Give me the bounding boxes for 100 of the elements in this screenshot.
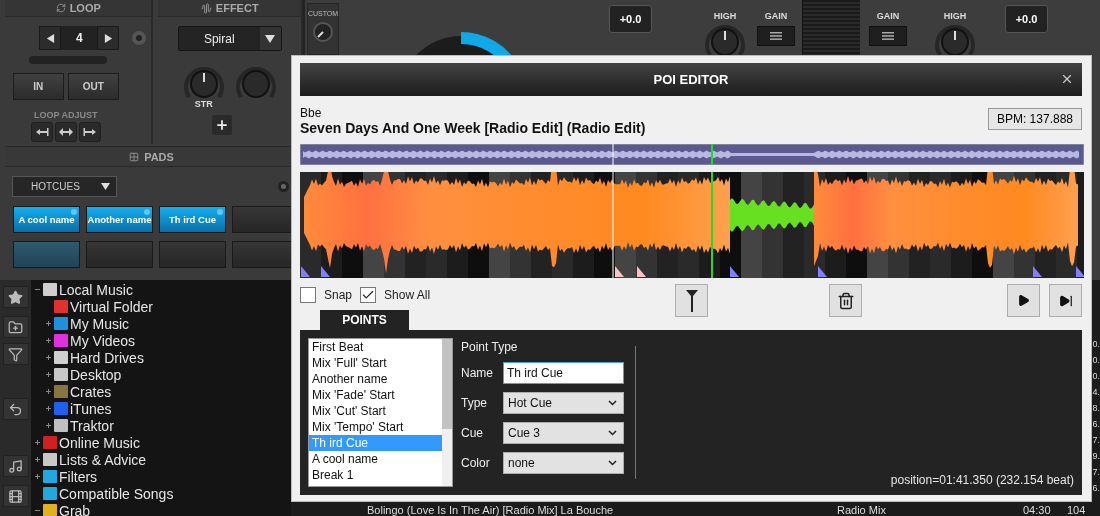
tree-item[interactable]: iTunes — [70, 400, 112, 417]
decrease-button[interactable] — [39, 26, 62, 50]
pad-button[interactable]: A cool name — [13, 206, 80, 233]
field-label: Color — [461, 456, 491, 470]
dropdown-arrow-icon — [101, 182, 110, 191]
expand-icon[interactable] — [44, 421, 53, 430]
back-button[interactable] — [2, 398, 29, 420]
select-field[interactable]: Cue 3 — [503, 422, 624, 444]
tree-item[interactable]: Filters — [59, 468, 98, 485]
checkbox-label: Snap — [324, 288, 353, 302]
field-label: Type — [461, 396, 488, 410]
menu-button[interactable] — [757, 26, 795, 46]
tree-item[interactable]: Compatible Songs — [59, 485, 174, 502]
checkbox[interactable] — [360, 287, 377, 303]
tree-item[interactable]: Hard Drives — [70, 349, 144, 366]
expand-icon[interactable] — [44, 387, 53, 396]
loop-adjust-button[interactable] — [30, 122, 53, 142]
close-button[interactable] — [1060, 72, 1074, 86]
double-arrow-icon — [34, 128, 49, 136]
bpm-display: BPM: 137.888 — [987, 108, 1082, 130]
play-button[interactable] — [1007, 284, 1041, 317]
double-arrow-icon — [58, 128, 73, 136]
table-cell-text: 0. — [1092, 354, 1100, 367]
position-readout: position=01:41.350 (232.154 beat) — [890, 473, 1074, 487]
select-field[interactable]: none — [503, 452, 624, 474]
tab[interactable]: POINTS — [320, 310, 409, 330]
overview-waveform-drawing[interactable] — [300, 144, 1084, 165]
tree-item[interactable]: Online Music — [59, 434, 140, 451]
folder-plus-icon — [8, 319, 23, 335]
expand-icon[interactable] — [44, 319, 53, 328]
tree-item[interactable]: Crates — [70, 383, 112, 400]
list-item[interactable]: Mix 'Cut' Start — [309, 403, 442, 419]
loop-icon — [55, 3, 66, 13]
loop-button[interactable]: OUT — [67, 73, 119, 100]
song-title: Seven Days And One Week [Radio Edit] (Radio Edit) — [300, 120, 646, 136]
section-title: LOOP — [69, 2, 101, 14]
favorite-add-button[interactable] — [2, 286, 29, 308]
expand-icon[interactable] — [33, 472, 42, 481]
pad-button[interactable]: Another name — [86, 206, 153, 233]
music-button[interactable] — [2, 455, 29, 477]
tree-item[interactable]: Lists & Advice — [59, 451, 147, 468]
expand-icon[interactable] — [44, 336, 53, 345]
form-heading: Point Type — [461, 340, 519, 354]
tree-item[interactable]: Traktor — [70, 417, 114, 434]
table-cell-text: 8. — [1092, 402, 1100, 415]
tree-item[interactable]: Grab — [59, 502, 91, 516]
list-item[interactable]: Another name — [309, 371, 442, 387]
filter-add-button[interactable] — [2, 343, 29, 365]
add-marker-button[interactable] — [675, 284, 709, 317]
increase-button[interactable] — [97, 26, 120, 50]
menu-button[interactable] — [869, 26, 907, 46]
scrollbar[interactable] — [442, 339, 452, 486]
list-item[interactable]: Mix 'Full' Start — [309, 355, 442, 371]
delete-button[interactable] — [829, 284, 863, 317]
add-button[interactable] — [212, 115, 233, 135]
select-field[interactable]: Hot Cue — [503, 392, 624, 414]
back-arrow-icon — [8, 401, 23, 417]
expand-icon[interactable] — [44, 370, 53, 379]
next-button[interactable] — [1049, 284, 1082, 317]
section-title: EFFECT — [215, 2, 259, 14]
tree-item[interactable]: My Videos — [70, 332, 136, 349]
tree-item[interactable]: My Music — [70, 315, 130, 332]
list-item[interactable]: Mix 'Fade' Start — [309, 387, 442, 403]
list-item[interactable]: A cool name — [309, 451, 442, 467]
plus-icon — [215, 118, 230, 132]
film-icon — [8, 488, 23, 504]
loop-length: 4 — [74, 30, 84, 47]
tree-item[interactable]: Local Music — [59, 281, 133, 298]
left-triangle-icon — [45, 33, 55, 43]
knob-label: STR — [194, 99, 213, 109]
pad-mode-dropdown[interactable]: HOTCUES — [12, 176, 117, 197]
pad-button[interactable]: Th ird Cue — [159, 206, 226, 233]
checkbox[interactable] — [300, 287, 316, 303]
expand-icon[interactable] — [44, 353, 53, 362]
cue-dot-icon — [217, 209, 223, 215]
menu-icon — [770, 32, 782, 40]
table-cell-text: Radio Mix — [837, 503, 887, 516]
expand-icon[interactable] — [33, 455, 42, 464]
tree-item[interactable]: Virtual Folder — [70, 298, 153, 315]
table-cell-text: 0. — [1092, 338, 1100, 351]
list-item[interactable]: Break 1 — [309, 467, 442, 483]
video-button[interactable] — [2, 485, 29, 507]
loop-adjust-button[interactable] — [54, 122, 77, 142]
waveform-drawing[interactable] — [300, 172, 1084, 278]
field-label: Name — [461, 366, 494, 380]
folder-add-button[interactable] — [2, 316, 29, 338]
table-cell-text: 6. — [1092, 482, 1100, 495]
expand-icon[interactable] — [44, 404, 53, 413]
table-cell-text: 0. — [1092, 370, 1100, 383]
loop-adjust-button[interactable] — [78, 122, 101, 142]
list-item[interactable]: Mix 'Tempo' Start — [309, 419, 442, 435]
input-field[interactable]: Th ird Cue — [503, 362, 624, 384]
knob[interactable] — [312, 21, 334, 43]
list-item[interactable]: First Beat — [309, 339, 442, 355]
dropdown-arrow-icon — [265, 33, 276, 44]
tree-item[interactable]: Desktop — [70, 366, 122, 383]
loop-button[interactable]: IN — [12, 73, 64, 100]
section-title: PADS — [144, 150, 174, 163]
expand-icon[interactable] — [33, 438, 42, 447]
effect-dropdown[interactable]: Spiral — [177, 26, 282, 51]
